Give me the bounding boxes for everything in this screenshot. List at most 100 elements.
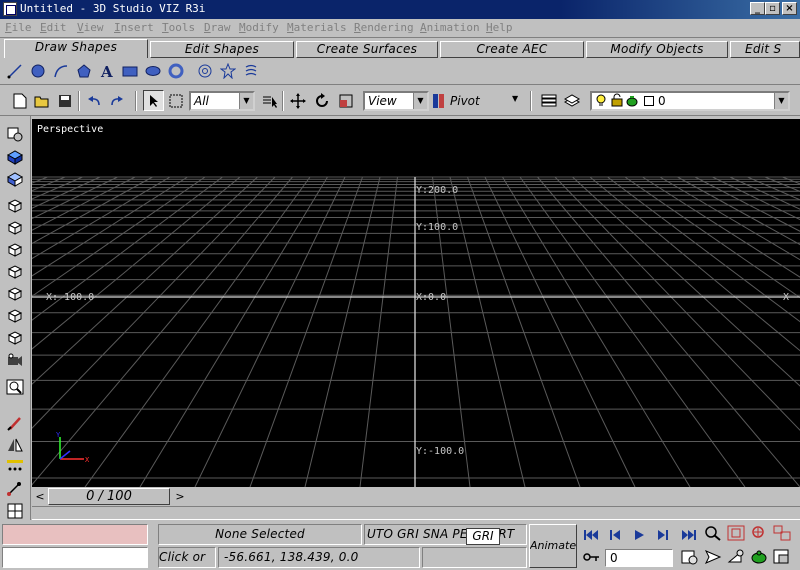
menu-tools[interactable]: Tools (162, 21, 195, 34)
select-by-name-icon[interactable] (259, 90, 280, 111)
save-icon[interactable] (54, 90, 75, 111)
viewport-layout-icon[interactable] (4, 501, 26, 521)
tab-draw-shapes[interactable]: Draw Shapes (4, 39, 148, 58)
menu-help[interactable]: Help (486, 21, 513, 34)
mirror-icon[interactable] (4, 435, 26, 455)
zoom-extents-all-icon[interactable] (773, 525, 791, 541)
time-next-button[interactable]: > (174, 489, 186, 504)
arc-rotate-icon[interactable] (750, 549, 768, 565)
menu-file[interactable]: File (5, 21, 32, 34)
pivot-chevron-down-icon[interactable]: ▼ (512, 94, 518, 103)
layer-name: 0 (658, 94, 666, 108)
time-prev-button[interactable]: < (34, 489, 46, 504)
menu-draw[interactable]: Draw (204, 21, 231, 34)
prompt-text: Click or (159, 550, 206, 564)
box-solid-icon[interactable] (4, 147, 26, 167)
box-shaded-icon[interactable] (4, 169, 26, 189)
perspective-viewport[interactable]: Perspective Y:200.0 Y:100.0 X:-100.0 X:0… (32, 119, 800, 487)
snap-mode-strip[interactable]: UTO GRI SNA PERC ORT (364, 524, 527, 545)
open-folder-icon[interactable] (31, 90, 52, 111)
time-slider[interactable]: < 0 / 100 > (32, 488, 800, 506)
field-of-view-icon[interactable] (727, 549, 745, 565)
zoom-extents-icon[interactable] (750, 525, 768, 541)
layer-stack-icon[interactable] (561, 90, 582, 111)
go-to-end-icon[interactable] (680, 527, 698, 543)
track-bar[interactable] (32, 506, 800, 520)
play-icon[interactable] (630, 527, 648, 543)
time-config-icon[interactable] (681, 549, 699, 565)
menu-animation[interactable]: Animation (420, 21, 480, 34)
tab-edit-shapes[interactable]: Edit Shapes (150, 41, 294, 58)
tab-create-surfaces[interactable]: Create Surfaces (296, 41, 438, 58)
previous-frame-icon[interactable] (606, 527, 624, 543)
wire-box-icon[interactable] (4, 239, 26, 259)
grid-snap-toggle[interactable]: GRI (466, 528, 500, 545)
layers-icon[interactable] (538, 90, 559, 111)
menu-materials[interactable]: Materials (287, 21, 347, 34)
current-frame-field[interactable]: 0 (605, 549, 673, 567)
time-slider-thumb[interactable]: 0 / 100 (48, 488, 170, 505)
next-frame-icon[interactable] (654, 527, 672, 543)
new-file-icon[interactable] (9, 90, 30, 111)
maxscript-listener-field[interactable] (2, 524, 148, 545)
line-tool-icon[interactable] (6, 62, 24, 80)
circle-tool-icon[interactable] (29, 62, 47, 80)
section-tool-icon[interactable] (242, 62, 260, 80)
zoom-all-icon[interactable] (727, 525, 745, 541)
star-tool-icon[interactable] (219, 62, 237, 80)
menu-edit[interactable]: Edit (40, 21, 67, 34)
reference-coord-dropdown[interactable]: View ▼ (363, 91, 429, 111)
wire-box-icon[interactable] (4, 217, 26, 237)
go-to-start-icon[interactable] (582, 527, 600, 543)
wire-box-icon[interactable] (4, 283, 26, 303)
menu-view[interactable]: View (77, 21, 104, 34)
grid-label-x-0: X:0.0 (416, 292, 447, 303)
snap-tool-icon[interactable] (4, 479, 26, 499)
pivot-flyout-button[interactable]: Pivot (432, 90, 502, 111)
wire-box-icon[interactable] (4, 195, 26, 215)
wire-box-icon[interactable] (4, 327, 26, 347)
helix-tool-icon[interactable] (196, 62, 214, 80)
toolbar-separator (282, 91, 284, 111)
key-mode-icon[interactable] (583, 549, 601, 565)
menu-rendering[interactable]: Rendering (354, 21, 414, 34)
pan-arrow-icon[interactable] (704, 549, 722, 565)
ngon-tool-icon[interactable] (75, 62, 93, 80)
animate-button[interactable]: Animate (529, 524, 577, 568)
selection-filter-value: All (194, 94, 209, 108)
object-props-icon[interactable] (4, 124, 26, 144)
tab-edit-s[interactable]: Edit S (730, 41, 800, 58)
camera-icon[interactable] (4, 350, 26, 370)
close-button[interactable]: × (782, 2, 797, 15)
min-max-toggle-icon[interactable] (773, 549, 791, 565)
zoom-region-icon[interactable] (4, 377, 26, 397)
array-icon[interactable] (4, 457, 26, 477)
menu-modify[interactable]: Modify (239, 21, 279, 34)
app-icon[interactable] (3, 2, 17, 16)
wire-box-icon[interactable] (4, 261, 26, 281)
wire-box-icon[interactable] (4, 305, 26, 325)
tab-create-aec[interactable]: Create AEC (440, 41, 584, 58)
paint-brush-icon[interactable] (4, 413, 26, 433)
region-select-icon[interactable] (165, 90, 186, 111)
ellipse-tool-icon[interactable] (144, 62, 162, 80)
zoom-icon[interactable] (704, 525, 722, 541)
minimize-button[interactable]: _ (750, 2, 765, 15)
rectangle-tool-icon[interactable] (121, 62, 139, 80)
layer-dropdown[interactable]: 0 ▼ (590, 91, 790, 111)
move-icon[interactable] (287, 90, 308, 111)
arc-tool-icon[interactable] (52, 62, 70, 80)
rotate-icon[interactable] (311, 90, 332, 111)
menu-insert[interactable]: Insert (114, 21, 154, 34)
maximize-button[interactable]: ▫ (765, 2, 780, 15)
tab-modify-objects[interactable]: Modify Objects (586, 41, 728, 58)
select-arrow-icon[interactable] (143, 90, 164, 111)
text-tool-icon[interactable]: A (98, 62, 116, 80)
donut-tool-icon[interactable] (167, 62, 185, 80)
selection-filter-dropdown[interactable]: All ▼ (189, 91, 255, 111)
redo-icon[interactable] (106, 90, 127, 111)
maxscript-input-field[interactable] (2, 547, 148, 568)
scale-icon[interactable] (335, 90, 356, 111)
viewport-label[interactable]: Perspective (37, 124, 103, 135)
undo-icon[interactable] (83, 90, 104, 111)
